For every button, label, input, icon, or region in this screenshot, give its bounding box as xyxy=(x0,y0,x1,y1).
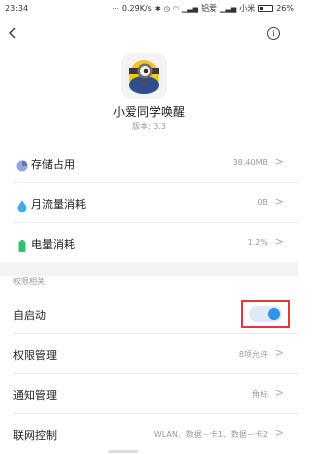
data-usage-value: 0B xyxy=(257,198,268,207)
info-icon[interactable]: i xyxy=(267,27,280,40)
notification-management-value: 角标 xyxy=(252,390,268,399)
top-bar: i xyxy=(0,22,298,46)
app-version: 版本: 3.3 xyxy=(132,122,166,131)
notification-management-label: 通知管理 xyxy=(13,389,57,402)
permission-management-value: 8项允许 xyxy=(238,350,268,359)
permission-management-row[interactable]: 权限管理 8项允许 > xyxy=(0,334,298,374)
network-control-label: 联网控制 xyxy=(13,429,57,442)
storage-pie-icon xyxy=(16,157,28,172)
status-indicators: ··· 0.29K/s ✱ ◷ ◠ ▁▃▅ 铝爱 ▁▃▅ 小米 26% xyxy=(112,3,294,14)
section-separator xyxy=(0,262,298,276)
permissions-section-title: 权限相关 xyxy=(13,277,45,286)
app-icon xyxy=(121,53,167,99)
wifi-icon: ◠ xyxy=(172,4,179,13)
permission-management-label: 权限管理 xyxy=(13,349,57,362)
dots-icon: ··· xyxy=(112,4,119,13)
signal-icon-2: ▁▃▅ xyxy=(220,4,237,13)
autostart-label: 自启动 xyxy=(13,309,46,322)
chevron-right-icon: > xyxy=(274,235,284,248)
bluetooth-icon: ✱ xyxy=(154,4,161,13)
notification-management-row[interactable]: 通知管理 角标 > xyxy=(0,374,298,414)
data-usage-label: 月流量消耗 xyxy=(31,198,86,211)
app-name: 小爱同学唤醒 xyxy=(112,105,185,119)
alarm-icon: ◷ xyxy=(163,4,170,13)
network-speed: 0.29K/s xyxy=(121,4,152,13)
battery-icon xyxy=(258,5,274,12)
bottom-handle xyxy=(108,450,138,453)
battery-usage-icon xyxy=(16,237,28,252)
network-control-row[interactable]: 联网控制 WLAN、数据－卡1、数据－卡2 > xyxy=(0,414,298,454)
network-control-value: WLAN、数据－卡1、数据－卡2 xyxy=(153,430,268,439)
data-usage-row[interactable]: 月流量消耗 0B > xyxy=(0,183,298,223)
autostart-toggle[interactable] xyxy=(249,306,282,322)
chevron-right-icon: > xyxy=(274,346,284,359)
chevron-right-icon: > xyxy=(274,426,284,439)
status-bar: 23:34 ··· 0.29K/s ✱ ◷ ◠ ▁▃▅ 铝爱 ▁▃▅ 小米 26… xyxy=(0,0,298,18)
battery-level xyxy=(260,7,264,10)
carrier-1: 铝爱 xyxy=(201,4,218,13)
back-arrow-icon[interactable] xyxy=(7,26,19,40)
storage-value: 38.40MB xyxy=(232,158,268,167)
water-drop-icon xyxy=(16,197,28,213)
battery-percent: 26% xyxy=(276,4,294,13)
battery-usage-row[interactable]: 电量消耗 1.2% > xyxy=(0,223,298,263)
status-time: 23:34 xyxy=(5,4,29,13)
chevron-right-icon: > xyxy=(274,195,284,208)
chevron-right-icon: > xyxy=(274,155,284,168)
storage-label: 存储占用 xyxy=(31,158,75,171)
toggle-knob xyxy=(268,308,280,320)
battery-usage-label: 电量消耗 xyxy=(31,238,75,251)
battery-usage-value: 1.2% xyxy=(247,238,268,247)
chevron-right-icon: > xyxy=(274,386,284,399)
signal-icon-1: ▁▃▅ xyxy=(181,4,199,13)
carrier-2: 小米 xyxy=(239,4,256,13)
storage-usage-row[interactable]: 存储占用 38.40MB > xyxy=(0,143,298,183)
